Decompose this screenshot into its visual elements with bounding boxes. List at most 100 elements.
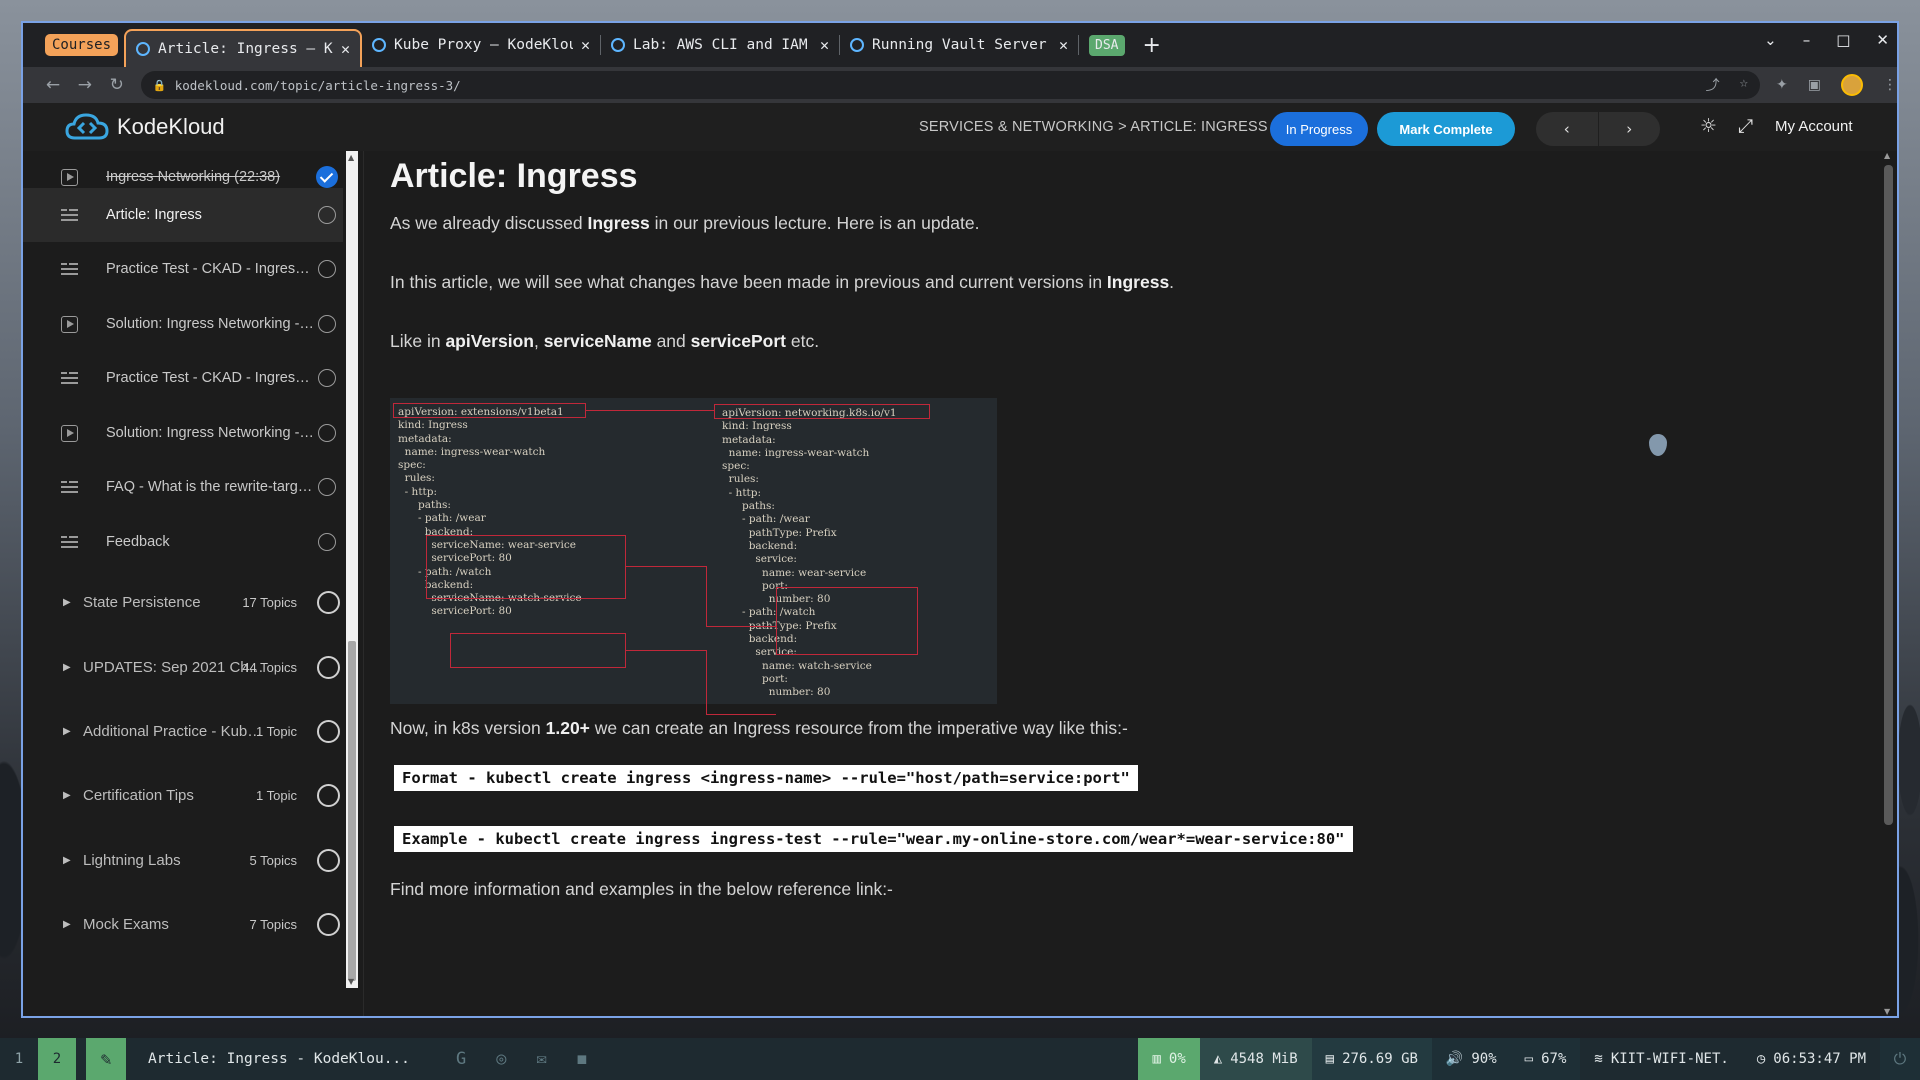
section-title: UPDATES: Sep 2021 Changes [83,658,267,676]
incomplete-circle-icon[interactable] [318,478,336,496]
example-command-block[interactable]: Example - kubectl create ingress ingress… [394,826,1353,852]
section-additional-practice[interactable]: ▶ Additional Practice - Kubernet... 1 To… [23,705,343,757]
new-tab-button[interactable]: + [1143,33,1161,58]
format-command-block[interactable]: Format - kubectl create ingress <ingress… [394,765,1138,791]
feather-app-icon[interactable]: ✎ [86,1038,126,1080]
lesson-item[interactable]: Practice Test - CKAD - Ingress Net... [23,351,343,405]
tab-kube-proxy[interactable]: Kube Proxy – KodeKloud ✕ [362,28,600,62]
address-bar[interactable]: 🔒 kodekloud.com/topic/article-ingress-3/… [140,71,1761,99]
lesson-item[interactable]: FAQ - What is the rewrite-target opt... [23,460,343,514]
section-mock-exams[interactable]: ▶ Mock Exams 7 Topics [23,898,343,950]
lesson-item[interactable]: Practice Test - CKAD - Ingress Net... [23,242,343,296]
lesson-label: Feedback [106,534,170,550]
article-paragraph-fields: Like in apiVersion, serviceName and serv… [390,331,820,351]
reload-icon[interactable]: ↻ [101,75,133,95]
section-title: Mock Exams [83,915,169,933]
content-scroll-thumb[interactable] [1884,165,1893,825]
disk-value: 276.69 GB [1342,1051,1418,1067]
close-tab-icon[interactable]: ✕ [820,36,829,54]
scroll-down-arrow-icon[interactable]: ▼ [1884,1007,1890,1016]
wifi-widget[interactable]: ≋ KIIT-WIFI-NET. [1580,1038,1743,1080]
power-icon[interactable]: ⏻ [1880,1038,1920,1080]
section-lightning-labs[interactable]: ▶ Lightning Labs 5 Topics [23,834,343,886]
battery-widget: ▭ 67% [1510,1038,1581,1080]
theme-toggle-sun-icon[interactable]: ☼ [1700,115,1717,137]
active-window-title[interactable]: Article: Ingress - KodeKlou... [148,1051,428,1067]
article-list-icon [61,478,78,496]
chat-app-icon[interactable]: ◼ [577,1049,587,1069]
incomplete-circle-icon[interactable] [318,424,336,442]
mark-complete-button[interactable]: Mark Complete [1377,112,1515,146]
article-list-icon [61,369,78,387]
bookmark-star-icon[interactable]: ☆ [1740,75,1748,95]
content-scrollbar[interactable]: ▲ ▼ [1879,151,1897,1016]
maximize-icon[interactable]: □ [1836,31,1850,49]
tab-group-dsa[interactable]: DSA [1089,34,1125,56]
section-updates-sep-2021[interactable]: ▶ UPDATES: Sep 2021 Changes 44 Topics [23,641,343,693]
minimize-icon[interactable]: – [1803,31,1811,49]
tab-lab-aws-cli[interactable]: Lab: AWS CLI and IAM – ✕ [601,28,839,62]
profile-avatar[interactable] [1841,74,1863,96]
incomplete-circle-icon[interactable] [318,260,336,278]
previous-lesson-chevron-icon[interactable]: ‹ [1536,112,1599,146]
close-tab-icon[interactable]: ✕ [341,40,350,58]
incomplete-circle-icon[interactable] [318,206,336,224]
section-certification-tips[interactable]: ▶ Certification Tips 1 Topic [23,769,343,821]
section-state-persistence[interactable]: ▶ State Persistence 17 Topics [23,576,343,628]
my-account-link[interactable]: My Account [1775,118,1853,135]
lesson-item[interactable]: Solution: Ingress Networking - 1 (15:... [23,297,343,351]
incomplete-circle-icon[interactable] [318,315,336,333]
close-window-icon[interactable]: ✕ [1876,31,1889,49]
section-progress-ring-icon [317,655,340,679]
tab-search-chevron-icon[interactable]: ⌄ [1764,31,1777,49]
article-list-icon [61,260,78,278]
next-lesson-chevron-icon[interactable]: › [1599,112,1661,146]
lesson-item[interactable]: Feedback [23,515,343,569]
sidebar-scrollbar[interactable]: ▲ ▼ [346,151,358,988]
close-tab-icon[interactable]: ✕ [1059,36,1068,54]
workspace-1[interactable]: 1 [0,1038,38,1080]
mouse-cursor-icon [1649,434,1667,456]
discord-icon[interactable]: ◎ [496,1049,506,1069]
course-sidebar: Ingress Networking (22:38) Article: Ingr… [23,151,364,1016]
url-text[interactable]: kodekloud.com/topic/article-ingress-3/ [175,78,1706,93]
tab-running-vault[interactable]: Running Vault Server ( ✕ [840,28,1078,62]
tab-article-ingress[interactable]: Article: Ingress – Ko ✕ [124,29,363,67]
workspace-2[interactable]: 2 [38,1038,76,1080]
connector-line [706,714,776,715]
clock-widget: ◷ 06:53:47 PM [1742,1038,1880,1080]
back-arrow-icon[interactable]: ← [37,75,69,95]
google-icon[interactable]: G [456,1049,466,1069]
side-panel-icon[interactable]: ▣ [1808,77,1821,93]
scroll-down-arrow-icon[interactable]: ▼ [348,977,354,986]
lesson-label: Ingress Networking (22:38) [106,169,281,185]
extensions-puzzle-icon[interactable]: ✦ [1776,77,1788,93]
tab-group-courses[interactable]: Courses [45,34,119,56]
lesson-item[interactable]: Solution: Ingress Networking - 2 (14... [23,406,343,460]
completed-check-icon[interactable] [316,166,338,188]
scroll-up-arrow-icon[interactable]: ▲ [1884,151,1890,160]
battery-value: 67% [1541,1051,1567,1067]
incomplete-circle-icon[interactable] [318,369,336,387]
disk-usage-widget: ▤ 276.69 GB [1311,1038,1432,1080]
volume-widget[interactable]: 🔊 90% [1431,1038,1511,1080]
lesson-label: Practice Test - CKAD - Ingress Net... [106,370,316,386]
share-icon[interactable]: ⤴ [1706,75,1720,95]
highlight-box [450,633,626,668]
breadcrumb[interactable]: SERVICES & NETWORKING > ARTICLE: INGRESS [919,119,1268,135]
article-list-icon [61,533,78,551]
close-tab-icon[interactable]: ✕ [581,36,590,54]
lesson-item-active[interactable]: Article: Ingress [23,188,343,242]
kodekloud-logo[interactable]: KodeKloud [65,112,225,142]
incomplete-circle-icon[interactable] [318,533,336,551]
lesson-label: Solution: Ingress Networking - 1 (15:... [106,316,316,332]
scroll-up-arrow-icon[interactable]: ▲ [348,153,354,162]
caret-right-icon: ▶ [63,725,71,737]
fullscreen-expand-icon[interactable]: ⤢ [1738,115,1753,137]
sidebar-scroll-thumb[interactable] [348,641,356,981]
logo-text: KodeKloud [117,114,225,139]
browser-menu-icon[interactable]: ⋮ [1883,77,1897,93]
in-progress-button[interactable]: In Progress [1270,112,1368,146]
forward-arrow-icon[interactable]: → [69,75,101,95]
mail-icon[interactable]: ✉ [537,1049,547,1069]
